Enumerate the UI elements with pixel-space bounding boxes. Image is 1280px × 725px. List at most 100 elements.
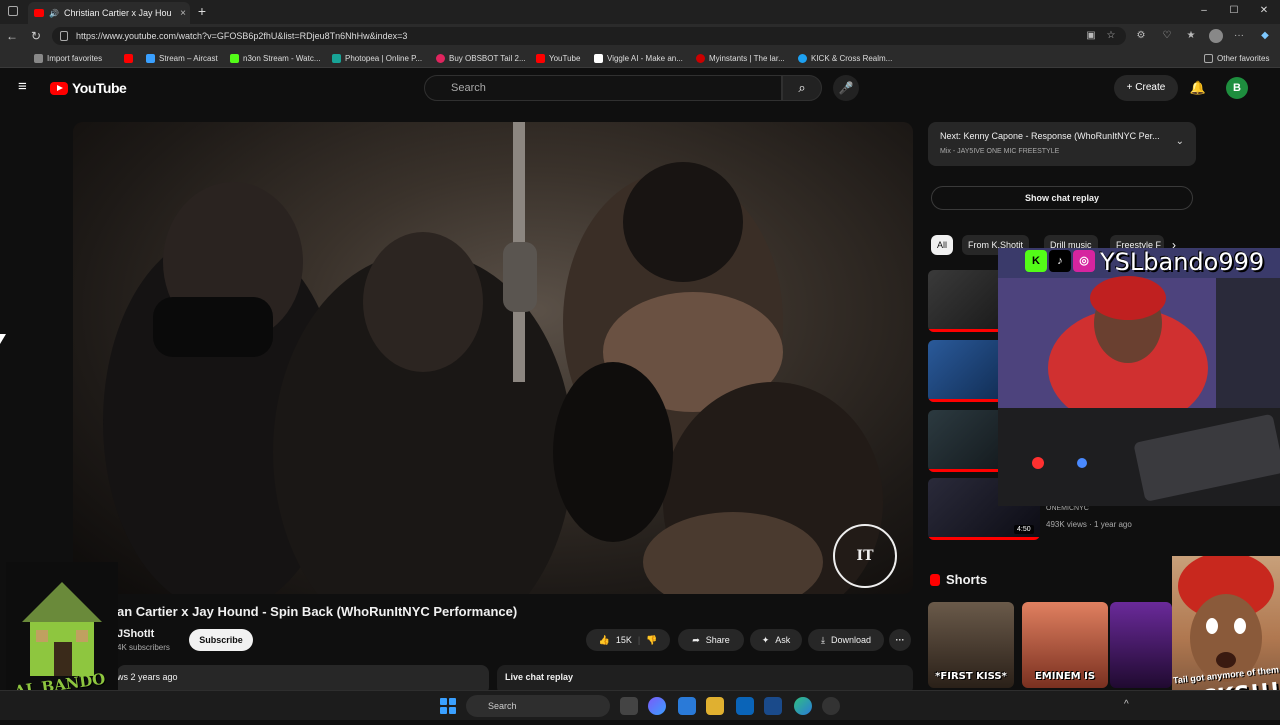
reader-view-icon[interactable]: ▣ (1084, 29, 1098, 43)
minimize-button[interactable]: – (1194, 3, 1214, 19)
obs-app-icon[interactable] (822, 697, 840, 715)
favorite-item[interactable]: KICK & Cross Realm... (798, 51, 892, 65)
windows-taskbar: Search ^ (0, 690, 1280, 720)
channel-watermark[interactable]: IT (833, 524, 897, 588)
youtube-icon (124, 53, 133, 63)
favorite-item[interactable]: Stream – Aircast (146, 51, 218, 65)
app-icon[interactable] (764, 697, 782, 715)
speaker-icon[interactable]: 🔊 (49, 9, 59, 18)
windows-start-icon[interactable] (440, 698, 456, 714)
lock-icon[interactable] (60, 31, 68, 41)
video-player[interactable]: IT (73, 122, 913, 594)
favorites-bar: Import favorites Stream – Aircast n3on S… (0, 48, 1280, 68)
browser-tab[interactable]: 🔊 Christian Cartier x Jay Houn × (28, 2, 190, 24)
recommended-channel-name[interactable]: ONEMICNYC (1046, 505, 1089, 512)
live-chat-replay-label: Live chat replay (505, 672, 574, 682)
ask-label: Ask (775, 635, 791, 645)
other-favorites-label: Other favorites (1217, 53, 1270, 63)
sparkle-icon: ✦ (761, 634, 770, 645)
more-actions-button[interactable]: ··· (889, 629, 911, 651)
show-chat-replay-button[interactable]: Show chat replay (931, 186, 1193, 210)
new-tab-button[interactable]: + (194, 3, 210, 19)
webcam-feed (998, 248, 1280, 506)
settings-more-icon[interactable]: ··· (1232, 29, 1246, 43)
channel-name[interactable]: JShotIt (117, 628, 154, 640)
chip-all[interactable]: All (931, 235, 954, 255)
next-video-title: Next: Kenny Capone - Response (WhoRunItN… (940, 131, 1160, 141)
shorts-section-header: Shorts (930, 572, 987, 587)
favorite-item[interactable]: Viggle AI - Make an... (594, 51, 683, 65)
create-button[interactable]: + Create (1114, 75, 1178, 101)
short-thumbnail[interactable] (1110, 602, 1172, 688)
favorite-item[interactable]: n3on Stream - Watc... (230, 51, 321, 65)
profile-avatar[interactable] (1209, 29, 1223, 43)
user-avatar[interactable]: B (1226, 77, 1248, 99)
favorites-icon[interactable]: ★ (1184, 29, 1198, 43)
store-app-icon[interactable] (678, 697, 696, 715)
favorite-item[interactable]: Import favorites (34, 51, 102, 65)
favorite-item[interactable]: YouTube (536, 51, 580, 65)
favorite-label: Myinstants | The lar... (709, 53, 785, 63)
taskbar-search-input[interactable]: Search (466, 695, 610, 717)
file-explorer-icon[interactable] (706, 697, 724, 715)
hamburger-menu-icon[interactable]: ≡ (18, 79, 36, 96)
voice-search-button[interactable]: 🎤 (833, 75, 859, 101)
kick-icon (230, 53, 239, 63)
search-button[interactable]: ⌕ (782, 75, 822, 101)
maximize-button[interactable]: ☐ (1224, 3, 1244, 19)
video-duration: 4:50 (1014, 525, 1034, 534)
tab-actions-icon[interactable] (8, 6, 18, 16)
tray-chevron-icon[interactable]: ^ (1124, 699, 1129, 710)
notifications-bell-icon[interactable]: 🔔 (1188, 78, 1208, 98)
tab-close-icon[interactable]: × (176, 8, 190, 19)
refresh-button[interactable]: ↻ (28, 28, 44, 44)
favorite-item[interactable]: Myinstants | The lar... (696, 51, 785, 65)
search-input[interactable]: Search (424, 75, 782, 101)
favorite-label: n3on Stream - Watc... (243, 53, 321, 63)
youtube-header: ≡ YouTube Search ⌕ 🎤 + Create 🔔 B (0, 68, 1280, 108)
favorite-item[interactable]: Photopea | Online P... (332, 51, 422, 65)
download-button[interactable]: ⤓ Download (808, 629, 884, 651)
favorite-label: KICK & Cross Realm... (811, 53, 893, 63)
download-icon: ⤓ (820, 634, 825, 645)
cross-realm-icon (798, 53, 807, 63)
favorite-label: Buy OBSBOT Tail 2... (449, 53, 526, 63)
microphone-icon: 🎤 (838, 81, 854, 95)
short-thumbnail[interactable]: *FIRST KISS* (928, 602, 1014, 688)
url-field[interactable]: https://www.youtube.com/watch?v=GFOSB6p2… (52, 27, 1126, 45)
youtube-logo[interactable]: YouTube (50, 80, 127, 96)
watch-progress-bar (928, 537, 1040, 540)
browser-essentials-icon[interactable]: ♡ (1160, 29, 1174, 43)
back-button[interactable]: ← (4, 28, 20, 44)
favorite-item[interactable]: Buy OBSBOT Tail 2... (436, 51, 526, 65)
outlook-app-icon[interactable] (736, 697, 754, 715)
copilot-icon[interactable]: ◆ (1258, 29, 1272, 43)
other-favorites[interactable]: Other favorites (1204, 51, 1269, 65)
ask-button[interactable]: ✦ Ask (750, 629, 802, 651)
task-view-icon[interactable] (620, 697, 638, 715)
subscribe-button[interactable]: Subscribe (189, 629, 253, 651)
youtube-icon (536, 53, 545, 63)
close-window-button[interactable]: ✕ (1254, 3, 1274, 19)
video-title: an Cartier x Jay Hound - Spin Back (WhoR… (117, 604, 518, 619)
share-button[interactable]: ➦ Share (678, 629, 744, 651)
copilot-app-icon[interactable] (648, 697, 666, 715)
shorts-icon (930, 573, 940, 586)
plus-icon: + (1126, 82, 1136, 93)
favorite-star-icon[interactable]: ☆ (1104, 29, 1118, 43)
folder-icon (1204, 53, 1213, 63)
playlist-next-panel[interactable]: Next: Kenny Capone - Response (WhoRunItN… (928, 122, 1196, 166)
like-button[interactable]: 👍 15K | 👎 (586, 629, 670, 651)
short-thumbnail[interactable]: EMINEM IS (1022, 602, 1108, 688)
favorite-item[interactable] (124, 51, 133, 65)
address-bar-row: ← ↻ https://www.youtube.com/watch?v=GFOS… (0, 24, 1280, 48)
shorts-label: Shorts (946, 572, 988, 587)
extensions-icon[interactable]: ⚙ (1134, 29, 1148, 43)
subscriber-count: 4K subscribers (117, 643, 170, 652)
chevron-down-icon[interactable]: ⌄ (1176, 136, 1184, 147)
youtube-play-icon (50, 81, 68, 95)
edge-browser-icon[interactable] (794, 697, 812, 715)
thumbs-down-icon[interactable]: 👎 (646, 635, 657, 646)
mix-name: Mix - JAY5IVE ONE MIC FREESTYLE (940, 148, 1060, 155)
favorite-label: Stream – Aircast (159, 53, 218, 63)
